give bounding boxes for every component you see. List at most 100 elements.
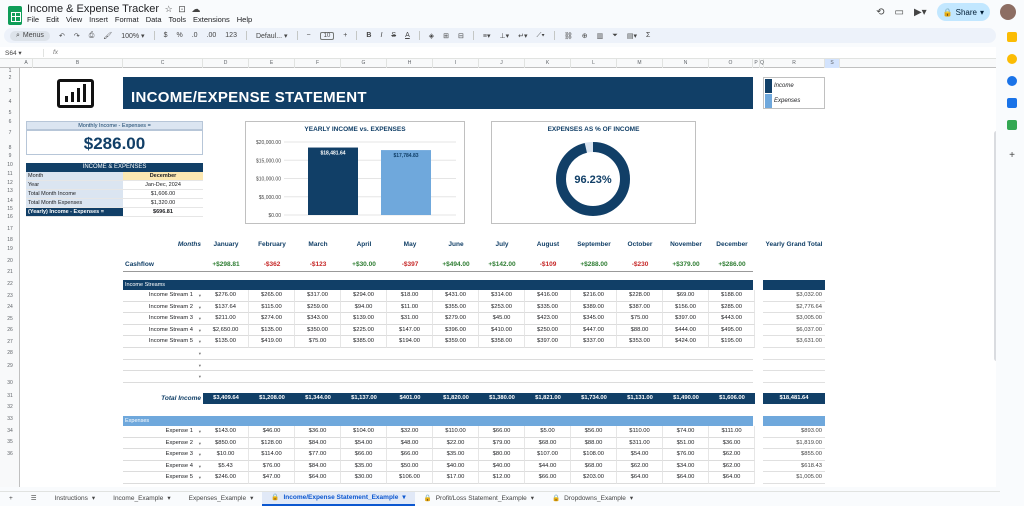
chevron-down-icon[interactable]: ▾ [980,8,984,17]
table-cell[interactable]: $64.00 [709,472,755,484]
table-cell[interactable]: $17.00 [433,472,479,484]
table-cell[interactable]: $423.00 [525,313,571,325]
more-formats-button[interactable]: 123 [225,32,237,39]
tab-income-expense-statement-example[interactable]: 🔒 Income/Expense Statement_Example ▾ [262,491,415,506]
table-cell[interactable]: $54.00 [341,437,387,450]
table-cell[interactable]: $76.00 [249,460,295,473]
table-cell[interactable]: $350.00 [295,324,341,337]
table-cell[interactable]: $397.00 [525,336,571,348]
table-cell[interactable]: $80.00 [479,449,525,461]
comment-icon[interactable]: ▭ [894,7,903,18]
table-cell[interactable]: $444.00 [663,324,709,337]
table-cell[interactable]: $203.00 [571,472,617,484]
table-cell[interactable]: $12.00 [479,472,525,484]
table-cell[interactable]: $56.00 [571,426,617,438]
table-cell[interactable]: $46.00 [249,426,295,438]
table-cell[interactable]: $64.00 [617,472,663,484]
table-cell[interactable]: $84.00 [295,437,341,450]
table-cell[interactable]: $94.00 [341,301,387,314]
undo-icon[interactable]: ↶ [59,32,65,40]
borders-icon[interactable]: ⊞ [443,32,449,40]
print-icon[interactable]: ⎙ [89,32,95,40]
menu-data[interactable]: Data [146,15,162,24]
chart-icon[interactable]: ▥ [597,32,604,40]
table-cell[interactable]: $424.00 [663,336,709,348]
functions-icon[interactable]: Σ [646,32,650,39]
tab-income-example[interactable]: Income_Example ▾ [104,492,180,506]
table-cell[interactable]: $108.00 [571,449,617,461]
add-sheet-icon[interactable]: + [0,492,22,506]
decrease-font-icon[interactable]: − [307,32,311,39]
table-cell[interactable]: $36.00 [709,437,755,450]
table-cell[interactable]: $47.00 [249,472,295,484]
table-cell[interactable]: $397.00 [663,313,709,325]
strikethrough-icon[interactable]: S [391,32,396,39]
table-cell[interactable]: $35.00 [341,460,387,473]
table-cell[interactable]: $114.00 [249,449,295,461]
italic-icon[interactable]: I [380,32,382,39]
expense-select[interactable]: Expense 5 [123,472,203,484]
table-cell[interactable]: $51.00 [663,437,709,450]
table-cell[interactable]: $75.00 [617,313,663,325]
table-cell[interactable]: $31.00 [387,313,433,325]
table-cell[interactable]: $110.00 [433,426,479,438]
table-cell[interactable]: $36.00 [295,426,341,438]
table-cell[interactable]: $79.00 [479,437,525,450]
table-cell[interactable]: $317.00 [295,290,341,302]
table-cell[interactable]: $143.00 [203,426,249,438]
tab-expenses-example[interactable]: Expenses_Example ▾ [180,492,263,506]
table-cell[interactable]: $40.00 [479,460,525,473]
menu-insert[interactable]: Insert [89,15,108,24]
menu-view[interactable]: View [66,15,82,24]
table-cell[interactable]: $2,650.00 [203,324,249,337]
spreadsheet-grid[interactable]: ABCDEFGHIJKLMNOPQRS 1 2 3 4 5 6 7 8 9 10 11 12 13 14 1… [0,59,996,487]
rotate-icon[interactable]: ⟋▾ [537,32,545,40]
menu-edit[interactable]: Edit [46,15,59,24]
font-select[interactable]: Defaul... ▾ [256,32,288,40]
income-stream-select[interactable]: Income Stream 2 [123,302,203,314]
fill-color-icon[interactable]: ◈ [429,32,434,40]
history-icon[interactable]: ⟲ [876,7,884,18]
table-cell[interactable]: $62.00 [709,460,755,473]
chevron-down-icon[interactable]: ▾ [402,491,405,505]
table-cell[interactable]: $135.00 [249,324,295,337]
table-cell[interactable]: $276.00 [203,290,249,302]
menu-tools[interactable]: Tools [169,15,187,24]
chevron-down-icon[interactable]: ▾ [531,492,534,506]
star-icon[interactable]: ☆ [162,4,173,14]
table-cell[interactable]: $11.00 [387,301,433,314]
table-cell[interactable]: $10.00 [203,449,249,461]
menus-search[interactable]: ⌕ Menus [10,30,50,41]
table-cell[interactable]: $194.00 [387,336,433,348]
table-cell[interactable]: $75.00 [295,336,341,348]
document-title[interactable]: Income & Expense Tracker [27,3,159,15]
maps-icon[interactable] [1007,120,1017,130]
table-cell[interactable]: $76.00 [663,449,709,461]
table-cell[interactable]: $66.00 [479,426,525,438]
table-cell[interactable]: $188.00 [709,290,755,302]
table-cell[interactable]: $34.00 [663,460,709,473]
chevron-down-icon[interactable]: ▾ [250,492,253,506]
table-cell[interactable]: $416.00 [525,290,571,302]
table-cell[interactable]: $431.00 [433,290,479,302]
chevron-down-icon[interactable]: ▾ [167,492,170,506]
tab-profit-loss-statement-example[interactable]: 🔒 Profit/Loss Statement_Example ▾ [415,492,543,506]
table-cell[interactable]: $66.00 [525,472,571,484]
table-cell[interactable]: $246.00 [203,472,249,484]
table-cell[interactable]: $345.00 [571,313,617,325]
expense-select[interactable]: Expense 4 [123,461,203,473]
contacts-icon[interactable] [1007,98,1017,108]
filter-views-icon[interactable]: ▤▾ [627,32,637,40]
share-button[interactable]: 🔒 Share ▾ [936,3,990,21]
table-cell[interactable]: $279.00 [433,313,479,325]
table-cell[interactable]: $147.00 [387,324,433,337]
percent-format-button[interactable]: % [176,32,182,39]
menu-help[interactable]: Help [237,15,252,24]
tasks-icon[interactable] [1007,76,1017,86]
comment-add-icon[interactable]: ⊕ [582,32,588,40]
table-cell[interactable]: $285.00 [709,301,755,314]
vertical-scrollbar[interactable] [994,131,996,361]
table-cell[interactable]: $314.00 [479,290,525,302]
table-cell[interactable]: $30.00 [341,472,387,484]
table-cell[interactable]: $253.00 [479,301,525,314]
